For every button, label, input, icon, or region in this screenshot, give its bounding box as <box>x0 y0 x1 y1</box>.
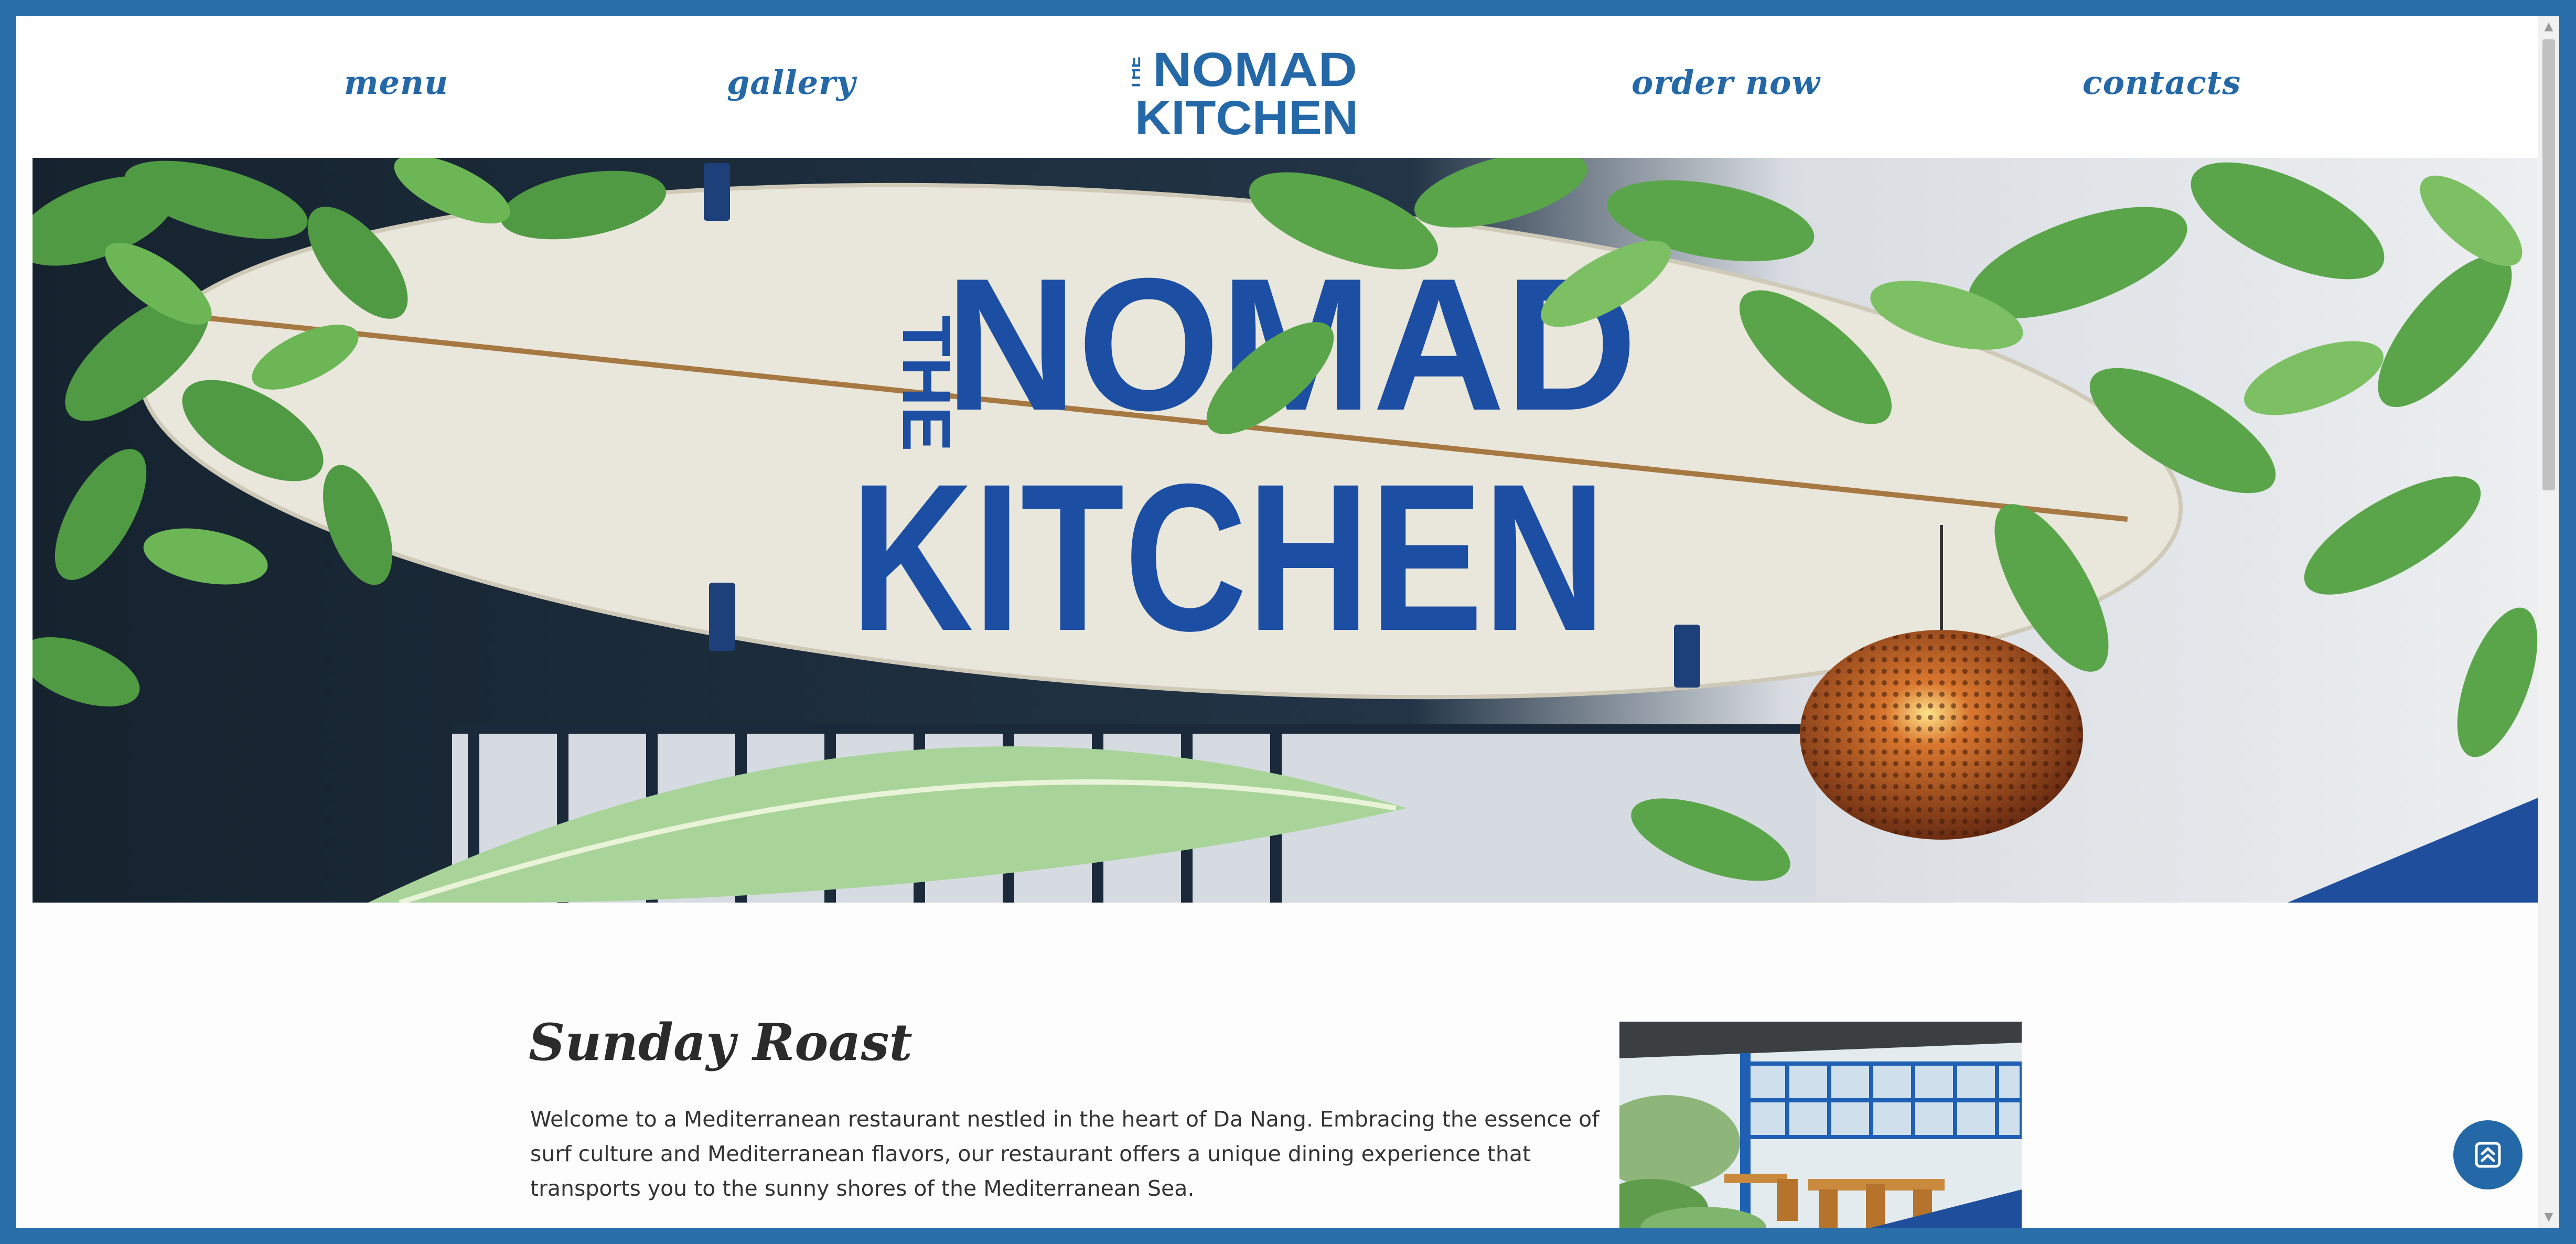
page-scrollbar[interactable]: ▲ ▼ <box>2538 16 2559 1228</box>
logo-the: THE <box>1132 57 1144 90</box>
section-description: Welcome to a Mediterranean restaurant ne… <box>530 1107 1600 1201</box>
hero-sign-kitchen: KITCHEN <box>851 440 1606 674</box>
site-logo[interactable]: THE NOMAD KITCHEN <box>1132 41 1362 138</box>
nav-link-contacts[interactable]: contacts <box>2083 63 2241 102</box>
site-header: menu gallery THE NOMAD KITCHEN order now… <box>16 16 2538 158</box>
scrollbar-thumb[interactable] <box>2542 39 2555 490</box>
chevrons-up-icon <box>2475 1142 2501 1168</box>
triangle-up-icon[interactable]: ▲ <box>2538 16 2559 37</box>
triangle-down-icon[interactable]: ▼ <box>2538 1207 2559 1228</box>
hero-image: THE NOMAD KITCHEN <box>33 158 2538 903</box>
nav-link-order-now[interactable]: order now <box>1632 63 1820 102</box>
section-title: Sunday Roast <box>529 1013 913 1072</box>
nav-link-menu[interactable]: menu <box>344 63 448 102</box>
back-to-top-button[interactable] <box>2453 1120 2523 1189</box>
nav-link-gallery[interactable]: gallery <box>727 63 856 102</box>
browser-viewport: menu gallery THE NOMAD KITCHEN order now… <box>16 16 2559 1228</box>
logo-kitchen: KITCHEN <box>1135 91 1358 138</box>
restaurant-terrace-photo <box>1619 1022 2022 1228</box>
logo-nomad: NOMAD <box>1153 43 1357 96</box>
